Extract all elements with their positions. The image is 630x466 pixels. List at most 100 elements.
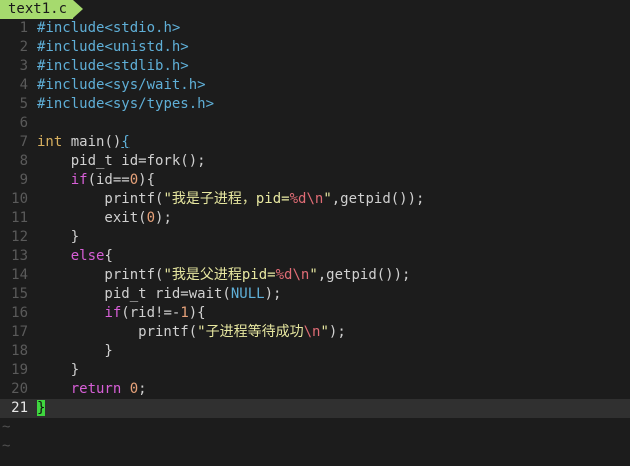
code-token: " [320, 324, 329, 340]
code-token: <sys/types.h> [104, 96, 215, 112]
tilde-marker: ~ [2, 438, 11, 454]
code-token: NULL [230, 286, 265, 302]
line-code: #include<stdio.h> [37, 19, 180, 38]
code-token: if [104, 305, 122, 321]
code-token: #include [37, 58, 105, 74]
code-line[interactable]: 9 if(id==0){ [0, 171, 630, 190]
code-token: } [37, 362, 80, 378]
code-line[interactable]: 10 printf("我是子进程，pid=%d\n",getpid()); [0, 190, 630, 209]
line-number: 4 [19, 77, 28, 93]
line-number: 11 [11, 210, 28, 226]
line-code: if(rid!=-1){ [37, 304, 205, 323]
code-token: ,getpid()); [331, 191, 425, 207]
code-line[interactable]: 12 } [0, 228, 630, 247]
code-line[interactable]: 11 exit(0); [0, 209, 630, 228]
line-number: 10 [11, 191, 28, 207]
code-token: "我是父进程pid= [163, 267, 276, 283]
code-token: { [104, 248, 113, 264]
code-token: return [70, 381, 122, 397]
code-line[interactable]: 16 if(rid!=-1){ [0, 304, 630, 323]
code-token: ); [328, 324, 346, 340]
code-line[interactable]: 6 [0, 114, 630, 133]
line-number: 19 [11, 362, 28, 378]
code-token: %d\n [275, 267, 310, 283]
code-line[interactable]: 15 pid_t rid=wait(NULL); [0, 285, 630, 304]
code-line[interactable]: 14 printf("我是父进程pid=%d\n",getpid()); [0, 266, 630, 285]
line-code: pid_t id=fork(); [37, 152, 206, 171]
line-code: int main(){ [37, 133, 130, 152]
code-token: \n [303, 324, 321, 340]
line-code: printf("子进程等待成功\n"); [37, 323, 346, 342]
code-token: ); [155, 210, 172, 226]
code-token: else [70, 248, 105, 264]
code-line[interactable]: 17 printf("子进程等待成功\n"); [0, 323, 630, 342]
code-token: printf( [37, 324, 198, 340]
code-line-current[interactable]: 21} [0, 399, 630, 418]
code-token: int [37, 134, 63, 150]
line-code: printf("我是子进程，pid=%d\n",getpid()); [37, 190, 424, 209]
code-line[interactable]: 5 #include<sys/types.h> [0, 95, 630, 114]
line-code: #include<sys/wait.h> [37, 76, 206, 95]
line-number: 7 [19, 134, 28, 150]
line-code: #include<unistd.h> [37, 38, 189, 57]
code-line[interactable]: 20 return 0; [0, 380, 630, 399]
line-number: 1 [19, 20, 28, 36]
line-code: #include<sys/types.h> [37, 95, 214, 114]
code-line[interactable]: 7 int main(){ [0, 133, 630, 152]
line-code: else{ [37, 247, 113, 266]
line-code: pid_t rid=wait(NULL); [37, 285, 281, 304]
code-line[interactable]: 13 else{ [0, 247, 630, 266]
code-token: } [37, 343, 113, 359]
tabline: text1.c [0, 0, 630, 19]
empty-buffer-line: ~ [0, 437, 630, 456]
code-token: <unistd.h> [104, 39, 189, 55]
code-line[interactable]: 8 pid_t id=fork(); [0, 152, 630, 171]
code-line[interactable]: 1 #include<stdio.h> [0, 19, 630, 38]
code-token: 1 [180, 305, 189, 321]
code-token: ){ [138, 172, 156, 188]
code-line[interactable]: 2 #include<unistd.h> [0, 38, 630, 57]
code-token: ); [264, 286, 282, 302]
file-tab[interactable]: text1.c [0, 0, 74, 19]
editor-buffer[interactable]: 1 #include<stdio.h> 2 #include<unistd.h> 3 #i… [0, 19, 630, 456]
code-token: if [70, 172, 88, 188]
empty-buffer-line: ~ [0, 418, 630, 437]
line-number: 3 [19, 58, 28, 74]
code-token: 0 [129, 381, 139, 397]
code-token: pid_t id=fork(); [37, 153, 206, 169]
code-token: #include [37, 77, 105, 93]
line-code: return 0; [37, 380, 147, 399]
code-line[interactable]: 3 #include<stdlib.h> [0, 57, 630, 76]
code-token: " [323, 191, 332, 207]
code-token: <sys/wait.h> [104, 77, 206, 93]
line-code: if(id==0){ [37, 171, 155, 190]
code-token: (rid!=- [121, 305, 181, 321]
line-code: } [37, 399, 46, 418]
tilde-marker: ~ [2, 419, 11, 435]
code-token: printf( [37, 191, 164, 207]
code-token: #include [37, 20, 105, 36]
code-line[interactable]: 19 } [0, 361, 630, 380]
line-number: 5 [19, 96, 28, 112]
line-code: exit(0); [37, 209, 172, 228]
line-code: } [37, 228, 79, 247]
line-number: 15 [11, 286, 28, 302]
code-token: "我是子进程，pid= [163, 191, 290, 207]
code-token: pid_t rid=wait( [37, 286, 231, 302]
text-cursor: } [37, 400, 46, 416]
line-number: 21 [11, 400, 28, 416]
code-token: main() [62, 134, 122, 150]
code-token: " [309, 267, 318, 283]
code-token: #include [37, 39, 105, 55]
code-line[interactable]: 18 } [0, 342, 630, 361]
line-number: 8 [19, 153, 28, 169]
code-token: <stdlib.h> [104, 58, 189, 74]
line-number: 6 [19, 115, 28, 131]
line-code: } [37, 361, 79, 380]
code-token: %d\n [289, 191, 324, 207]
code-token: <stdio.h> [104, 20, 181, 36]
code-line[interactable]: 4 #include<sys/wait.h> [0, 76, 630, 95]
line-number: 17 [11, 324, 28, 340]
